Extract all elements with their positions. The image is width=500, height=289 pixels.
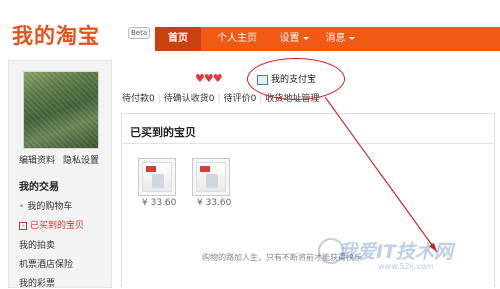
shirt-icon bbox=[206, 174, 218, 188]
shirt-icon bbox=[152, 174, 164, 188]
watermark-url: www.52ij.com bbox=[378, 262, 434, 271]
sidebar-item-lottery[interactable]: 我的彩票 bbox=[19, 276, 55, 289]
tag-icon bbox=[200, 166, 210, 172]
nav-settings-label: 设置 bbox=[279, 33, 300, 44]
beta-badge: Beta bbox=[128, 27, 151, 39]
pending-confirm-link[interactable]: 待确认收货0 bbox=[164, 94, 215, 104]
nav-personal-home[interactable]: 个人主页 bbox=[203, 27, 271, 51]
product-thumbnail[interactable] bbox=[138, 158, 176, 196]
taobao-logo[interactable]: 我的淘宝 bbox=[12, 24, 100, 48]
sidebar-item-travel[interactable]: 机票酒店保险 bbox=[19, 257, 73, 270]
sidebar-item-label: 我的购物车 bbox=[27, 202, 73, 212]
sidebar-item-label: 已买到的宝贝 bbox=[30, 221, 85, 231]
bullet-icon: • bbox=[19, 202, 25, 212]
nav-home[interactable]: 首页 bbox=[155, 27, 201, 51]
watermark-text: 我爱IT技术网 bbox=[338, 241, 454, 263]
collapse-icon: - bbox=[19, 221, 27, 230]
divider: | bbox=[259, 94, 263, 104]
sidebar-item-label: 机票酒店保险 bbox=[19, 260, 74, 270]
divider: | bbox=[157, 94, 161, 104]
credit-hearts[interactable]: ♥♥♥ bbox=[195, 72, 223, 85]
product-image bbox=[142, 162, 172, 192]
avatar[interactable] bbox=[23, 71, 99, 149]
nav-messages-label: 消息 bbox=[325, 33, 346, 44]
top-header: 我的淘宝 Beta 首页 个人主页 设置 消息 bbox=[0, 0, 500, 51]
bought-items-title: 已买到的宝贝 bbox=[130, 126, 196, 139]
heart-icon: ♥ bbox=[212, 72, 223, 85]
annotation-circle bbox=[247, 58, 345, 100]
product-price: ¥ 33.60 bbox=[197, 198, 232, 208]
tag-icon bbox=[146, 166, 156, 172]
pending-review-link[interactable]: 待评价0 bbox=[224, 94, 257, 104]
divider: | bbox=[217, 94, 221, 104]
sidebar-item-cart[interactable]: • 我的购物车 bbox=[19, 199, 72, 212]
nav-settings[interactable]: 设置 bbox=[273, 27, 315, 51]
sidebar: 编辑资料 隐私设置 我的交易 • 我的购物车 - 已买到的宝贝 我的拍卖 机票酒店保… bbox=[8, 60, 112, 289]
sidebar-item-auction[interactable]: 我的拍卖 bbox=[19, 238, 55, 251]
sidebar-item-bought[interactable]: - 已买到的宝贝 bbox=[19, 218, 84, 231]
chevron-down-icon bbox=[348, 36, 355, 40]
privacy-settings-link[interactable]: 隐私设置 bbox=[63, 153, 99, 166]
main-nav: 首页 个人主页 设置 消息 bbox=[155, 27, 500, 51]
product-price: ¥ 33.60 bbox=[142, 198, 177, 208]
sidebar-item-label: 我的彩票 bbox=[19, 279, 56, 289]
edit-profile-link[interactable]: 编辑资料 bbox=[19, 153, 55, 166]
product-thumbnail[interactable] bbox=[192, 158, 230, 196]
my-trades-heading: 我的交易 bbox=[19, 182, 59, 193]
sidebar-item-label: 我的拍卖 bbox=[19, 241, 56, 251]
pending-payment-link[interactable]: 待付款0 bbox=[122, 94, 155, 104]
nav-messages[interactable]: 消息 bbox=[319, 27, 361, 51]
chevron-down-icon bbox=[302, 36, 309, 40]
product-image bbox=[196, 162, 226, 192]
divider bbox=[122, 143, 494, 144]
